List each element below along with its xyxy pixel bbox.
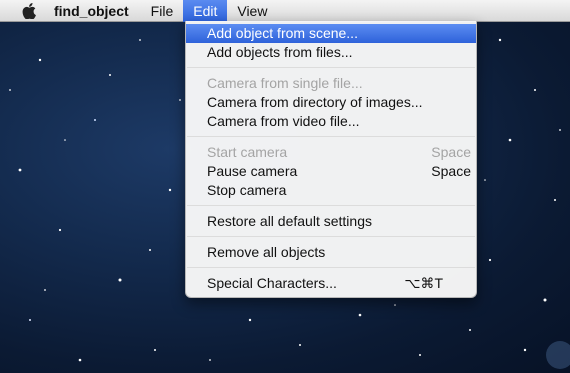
menu-separator bbox=[187, 236, 475, 237]
menu-item-label: Camera from single file... bbox=[207, 75, 363, 91]
menu-separator bbox=[187, 67, 475, 68]
menu-item-start-camera: Start camera Space bbox=[186, 143, 476, 162]
menu-item-stop-camera[interactable]: Stop camera bbox=[186, 181, 476, 200]
menu-separator bbox=[187, 136, 475, 137]
menu-separator bbox=[187, 205, 475, 206]
menu-item-remove-all-objects[interactable]: Remove all objects bbox=[186, 243, 476, 262]
menu-item-label: Pause camera bbox=[207, 163, 298, 179]
menu-item-label: Camera from video file... bbox=[207, 113, 360, 129]
menu-item-restore-default-settings[interactable]: Restore all default settings bbox=[186, 212, 476, 231]
menu-item-label: Camera from directory of images... bbox=[207, 94, 423, 110]
menu-file[interactable]: File bbox=[141, 0, 184, 22]
menu-item-label: Remove all objects bbox=[207, 244, 326, 260]
menu-item-add-objects-from-files[interactable]: Add objects from files... bbox=[186, 43, 476, 62]
menu-item-camera-from-single-file: Camera from single file... bbox=[186, 74, 476, 93]
menu-separator bbox=[187, 267, 475, 268]
menu-bar: find_object File Edit View bbox=[0, 0, 570, 22]
menu-item-label: Start camera bbox=[207, 144, 288, 160]
menu-item-label: Add objects from files... bbox=[207, 44, 353, 60]
edit-menu-dropdown: Add object from scene... Add objects fro… bbox=[185, 21, 477, 298]
menu-item-shortcut: Space bbox=[431, 144, 471, 160]
menu-item-shortcut: Space bbox=[431, 163, 471, 179]
apple-icon[interactable] bbox=[14, 0, 44, 22]
menu-item-label: Stop camera bbox=[207, 182, 287, 198]
menu-item-label: Restore all default settings bbox=[207, 213, 372, 229]
menu-edit[interactable]: Edit bbox=[183, 0, 228, 22]
menu-item-label: Add object from scene... bbox=[207, 25, 358, 41]
menu-item-shortcut: ⌥⌘T bbox=[404, 275, 443, 291]
menu-item-label: Special Characters... bbox=[207, 275, 337, 291]
menu-item-pause-camera[interactable]: Pause camera Space bbox=[186, 162, 476, 181]
app-name-menu[interactable]: find_object bbox=[44, 0, 141, 22]
menu-item-add-object-from-scene[interactable]: Add object from scene... bbox=[186, 24, 476, 43]
menu-view[interactable]: View bbox=[227, 0, 277, 22]
menu-item-camera-from-video-file[interactable]: Camera from video file... bbox=[186, 112, 476, 131]
menu-item-special-characters[interactable]: Special Characters... ⌥⌘T bbox=[186, 274, 476, 293]
menu-item-camera-from-directory[interactable]: Camera from directory of images... bbox=[186, 93, 476, 112]
